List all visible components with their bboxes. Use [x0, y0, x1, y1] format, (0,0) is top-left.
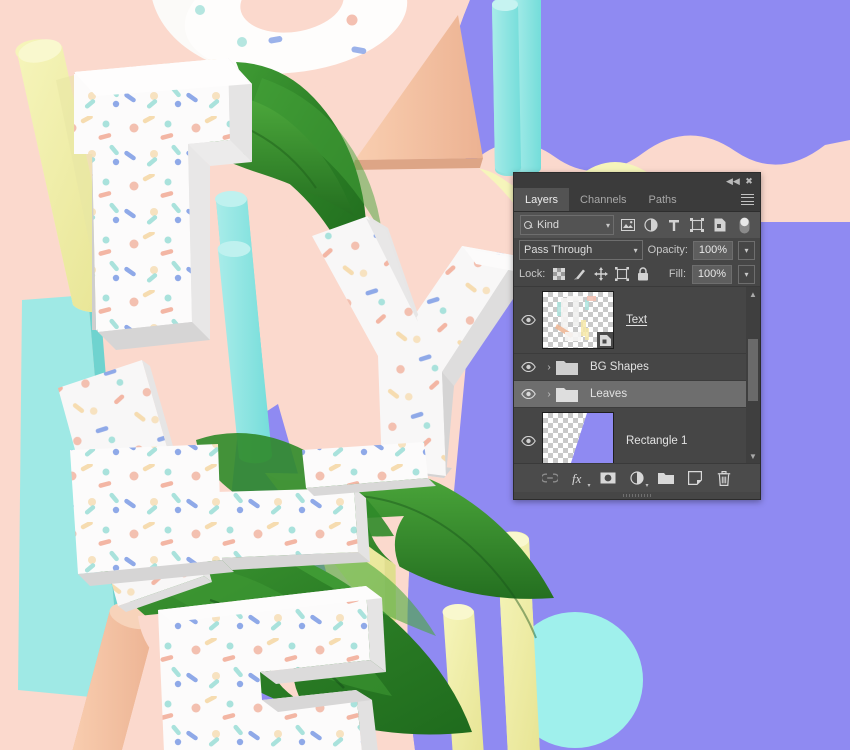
- lock-all-icon[interactable]: [635, 267, 650, 282]
- slab-F-stem: [70, 444, 234, 586]
- layer-name[interactable]: BG Shapes: [590, 361, 649, 373]
- layer-name[interactable]: Rectangle 1: [626, 435, 687, 447]
- chevron-right-icon[interactable]: ›: [542, 362, 556, 373]
- fill-label: Fill:: [668, 268, 686, 280]
- layer-thumbnail[interactable]: [542, 412, 614, 463]
- blend-mode-value: Pass Through: [524, 244, 593, 256]
- layer-visibility-toggle[interactable]: [514, 436, 542, 446]
- layer-visibility-toggle[interactable]: [514, 315, 542, 325]
- panel-tabs: Layers Channels Paths: [514, 188, 760, 212]
- lock-label: Lock:: [519, 268, 546, 280]
- shape-filter-icon[interactable]: [688, 216, 706, 234]
- chevron-down-icon[interactable]: ▼: [746, 449, 760, 463]
- layer-name[interactable]: Text: [626, 314, 647, 326]
- scrollbar-thumb[interactable]: [748, 339, 758, 401]
- panel-titlebar: ◀◀ ✖: [514, 173, 760, 188]
- lock-artboard-nesting-icon[interactable]: [614, 267, 629, 282]
- layer-name[interactable]: Leaves: [590, 388, 627, 400]
- glyph-T: [74, 58, 252, 350]
- search-icon: [524, 220, 533, 230]
- blend-mode-select[interactable]: Pass Through ▾: [519, 240, 643, 260]
- card-fragment-2: [302, 442, 436, 496]
- filter-enable-toggle[interactable]: [735, 216, 753, 234]
- lock-image-pixels-icon[interactable]: [572, 267, 587, 282]
- layer-row-bg-shapes[interactable]: › BG Shapes: [514, 354, 760, 381]
- close-icon[interactable]: ✖: [743, 175, 755, 187]
- tab-layers[interactable]: Layers: [514, 188, 570, 211]
- new-layer-button[interactable]: [687, 470, 704, 487]
- adjustment-layer-button[interactable]: ▾: [629, 470, 649, 489]
- layer-visibility-toggle[interactable]: [514, 389, 542, 399]
- opacity-input[interactable]: 100%: [693, 240, 733, 260]
- chevron-down-icon: ▾: [605, 220, 610, 230]
- lock-position-icon[interactable]: [593, 267, 608, 282]
- new-group-button[interactable]: [658, 470, 675, 487]
- collapse-panel-icon[interactable]: ◀◀: [726, 175, 740, 187]
- folder-icon: [556, 386, 578, 402]
- delete-layer-button[interactable]: [716, 470, 733, 487]
- chevron-up-icon[interactable]: ▲: [746, 287, 760, 301]
- filter-bar: Kind ▾: [514, 212, 760, 238]
- filter-kind-label: Kind: [537, 219, 560, 231]
- layers-list[interactable]: Text › BG Shapes › Leaves Rectangle 1 ▲ …: [514, 287, 760, 463]
- link-layers-button[interactable]: [542, 470, 559, 487]
- adjustment-filter-icon[interactable]: [642, 216, 660, 234]
- layer-row-text[interactable]: Text: [514, 287, 760, 354]
- layer-thumbnail[interactable]: [542, 291, 614, 349]
- layer-mask-button[interactable]: [600, 470, 617, 487]
- chevron-down-icon: ▾: [633, 245, 638, 255]
- panel-footer: fx ▾ ▾: [514, 463, 760, 492]
- blend-opacity-row: Pass Through ▾ Opacity: 100% ▾: [514, 238, 760, 262]
- filter-kind-select[interactable]: Kind ▾: [520, 215, 614, 235]
- layer-visibility-toggle[interactable]: [514, 362, 542, 372]
- folder-icon: [556, 359, 578, 375]
- layer-row-rectangle-1[interactable]: Rectangle 1: [514, 408, 760, 463]
- tab-channels[interactable]: Channels: [569, 188, 638, 211]
- opacity-label: Opacity:: [647, 244, 688, 256]
- layer-style-button[interactable]: fx ▾: [571, 470, 591, 489]
- fill-input[interactable]: 100%: [692, 264, 732, 284]
- opacity-stepper[interactable]: ▾: [738, 240, 755, 260]
- layer-row-leaves[interactable]: › Leaves: [514, 381, 760, 408]
- image-filter-icon[interactable]: [619, 216, 637, 234]
- type-filter-icon[interactable]: [665, 216, 683, 234]
- fill-stepper[interactable]: ▾: [738, 264, 755, 284]
- glyph-E: [158, 586, 386, 750]
- chevron-down-icon: ▾: [587, 482, 591, 489]
- chevron-right-icon[interactable]: ›: [542, 389, 556, 400]
- layers-scrollbar[interactable]: ▲ ▼: [746, 287, 760, 463]
- lock-transparent-pixels-icon[interactable]: [551, 267, 566, 282]
- panel-resize-grip[interactable]: [514, 492, 760, 499]
- chevron-down-icon: ▾: [645, 482, 649, 489]
- glyph-Y: [314, 218, 530, 476]
- layers-panel[interactable]: ◀◀ ✖ Layers Channels Paths Kind ▾ Pass T…: [513, 172, 761, 500]
- smart-object-badge: [597, 332, 613, 348]
- smart-object-filter-icon[interactable]: [711, 216, 729, 234]
- slab-F-arm: [216, 488, 370, 570]
- tab-paths[interactable]: Paths: [637, 188, 688, 211]
- lock-fill-row: Lock: Fill: 100% ▾: [514, 262, 760, 287]
- screenshot-root: ◀◀ ✖ Layers Channels Paths Kind ▾ Pass T…: [0, 0, 850, 750]
- hamburger-menu-icon[interactable]: [741, 194, 754, 205]
- svg-text:fx: fx: [572, 472, 582, 485]
